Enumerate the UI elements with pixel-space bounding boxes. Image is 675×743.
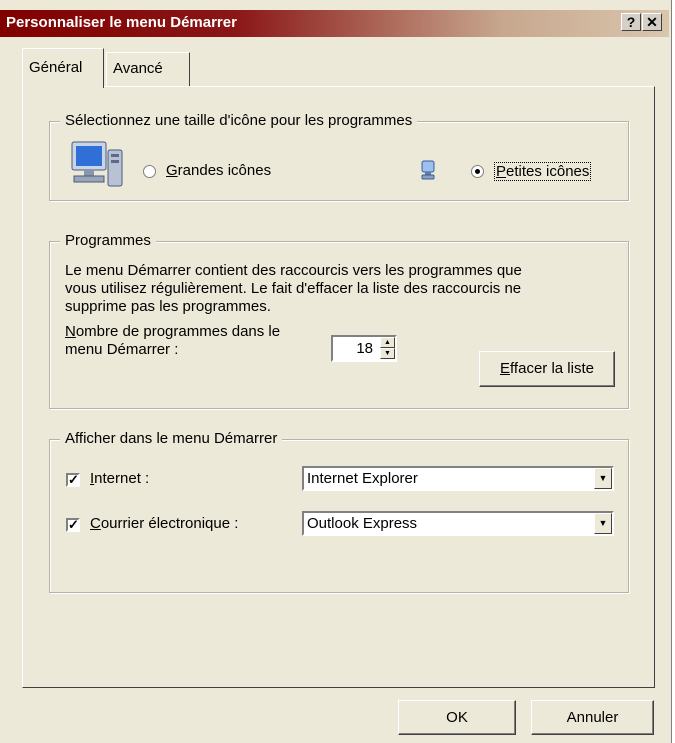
programs-description-line3: supprime pas les programmes.: [65, 298, 271, 315]
program-count-label: Nombre de programmes dans le: [65, 323, 281, 340]
email-client-value: Outlook Express: [307, 515, 418, 532]
icon-size-legend: Sélectionnez une taille d'icône pour les…: [60, 112, 418, 129]
programs-legend: Programmes: [60, 232, 156, 249]
large-icons-radio[interactable]: [143, 165, 156, 178]
chevron-down-icon[interactable]: ▼: [594, 513, 612, 534]
cancel-button[interactable]: Annuler: [531, 700, 654, 735]
program-count-label-line2: menu Démarrer :: [65, 341, 179, 358]
email-label[interactable]: Courrier électronique :: [90, 515, 238, 532]
icon-size-group: Sélectionnez une taille d'icône pour les…: [49, 112, 629, 201]
tab-advanced[interactable]: Avancé: [106, 52, 190, 86]
large-icons-label[interactable]: Grandes icônes: [166, 162, 271, 179]
window-title: Personnaliser le menu Démarrer: [6, 14, 237, 31]
programs-description-line1: Le menu Démarrer contient des raccourcis…: [65, 262, 522, 279]
internet-checkbox[interactable]: ✓: [66, 473, 80, 487]
spin-up-button[interactable]: ▲: [380, 337, 395, 348]
program-count-spinner[interactable]: 18 ▲ ▼: [331, 335, 397, 362]
program-count-value: 18: [356, 340, 373, 357]
close-button[interactable]: ✕: [642, 13, 662, 31]
show-in-menu-legend: Afficher dans le menu Démarrer: [60, 430, 283, 447]
clear-list-button[interactable]: Effacer la liste: [479, 351, 615, 387]
email-client-select[interactable]: Outlook Express ▼: [302, 511, 614, 536]
ok-button[interactable]: OK: [398, 700, 516, 735]
arrow-down-icon: ▼: [384, 350, 391, 357]
chevron-down-icon[interactable]: ▼: [594, 468, 612, 489]
small-icons-radio[interactable]: [471, 165, 484, 178]
tab-general-label: Général: [29, 59, 83, 76]
title-bar[interactable]: Personnaliser le menu Démarrer ? ✕: [0, 10, 669, 37]
spin-down-button[interactable]: ▼: [380, 348, 395, 359]
large-computer-icon: [71, 141, 123, 187]
tab-general[interactable]: Général: [22, 48, 104, 88]
email-checkbox[interactable]: ✓: [66, 518, 80, 532]
help-button[interactable]: ?: [621, 13, 641, 31]
tab-panel-general: Sélectionnez une taille d'icône pour les…: [22, 86, 655, 688]
close-icon: ✕: [646, 14, 658, 30]
customize-start-menu-dialog: Personnaliser le menu Démarrer ? ✕ Génér…: [0, 0, 672, 743]
tab-advanced-label: Avancé: [113, 60, 163, 77]
small-computer-icon: [421, 160, 435, 180]
internet-label[interactable]: Internet :: [90, 470, 149, 487]
internet-browser-select[interactable]: Internet Explorer ▼: [302, 466, 614, 491]
programs-description-line2: vous utilisez régulièrement. Le fait d'e…: [65, 280, 522, 297]
arrow-up-icon: ▲: [384, 339, 391, 346]
internet-browser-value: Internet Explorer: [307, 470, 418, 487]
small-icons-label[interactable]: Petites icônes: [494, 162, 592, 181]
show-in-menu-group: Afficher dans le menu Démarrer ✓ Interne…: [49, 430, 629, 593]
